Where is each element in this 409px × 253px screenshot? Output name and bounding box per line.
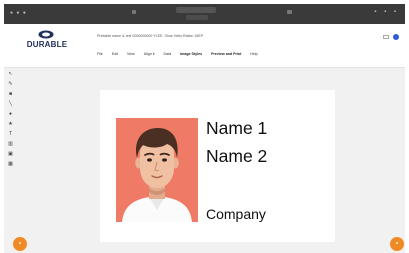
- rectangle-icon[interactable]: ■: [8, 92, 13, 97]
- menu-item-view[interactable]: View: [127, 52, 135, 56]
- image-icon[interactable]: ▣: [8, 152, 13, 157]
- os-status-icons: ▪ ▪ ▪: [374, 9, 399, 15]
- address-subtitle: [186, 15, 208, 20]
- label-name-1[interactable]: Name 1: [206, 118, 267, 139]
- label-company[interactable]: Company: [206, 206, 266, 222]
- app-header: DURABLE Printable name & text 0000000000…: [4, 24, 405, 68]
- tool-sidebar: ↖ ✎ ■ ╲ ● ★ T ▥ ▣ ▦: [4, 68, 17, 253]
- header-actions: [379, 34, 399, 40]
- address-bar[interactable]: [176, 7, 216, 13]
- line-icon[interactable]: ╲: [8, 102, 13, 107]
- document-title: Printable name & text 0000000000 YLEE. S…: [97, 34, 204, 38]
- ellipse-icon[interactable]: ●: [8, 112, 13, 117]
- chat-icon: •: [395, 241, 399, 247]
- star-icon[interactable]: ★: [8, 122, 13, 127]
- menu-item-help[interactable]: Help: [250, 52, 257, 56]
- person-portrait-icon: [122, 128, 192, 222]
- brand-logo: DURABLE: [22, 30, 72, 56]
- label-canvas[interactable]: Name 1 Name 2 Company: [100, 90, 335, 242]
- user-avatar[interactable]: [393, 34, 399, 40]
- menu-item-file[interactable]: File: [97, 52, 103, 56]
- menu-item-edit[interactable]: Edit: [112, 52, 118, 56]
- profile-photo[interactable]: [116, 118, 198, 222]
- label-name-2[interactable]: Name 2: [206, 146, 267, 167]
- menu-item-align[interactable]: Align it: [144, 52, 155, 56]
- brand-name: DURABLE: [26, 40, 68, 49]
- menu-item-image-styles[interactable]: Image Styles: [180, 52, 202, 56]
- app-window: ● ● ● ▪ ▪ ▪ DURABLE Printable name & tex…: [4, 4, 405, 253]
- menu-item-preview-print[interactable]: Preview and Print: [211, 52, 241, 56]
- cursor-icon[interactable]: ↖: [8, 72, 13, 77]
- logo-mark-icon: [38, 30, 54, 39]
- help-button-left[interactable]: •: [13, 237, 27, 251]
- header-action-button[interactable]: [383, 35, 389, 39]
- help-button-right[interactable]: •: [390, 237, 404, 251]
- chat-icon: •: [18, 241, 22, 247]
- pen-icon[interactable]: ✎: [8, 82, 13, 87]
- barcode-icon[interactable]: ▥: [8, 142, 13, 147]
- os-top-bar: ● ● ● ▪ ▪ ▪: [4, 4, 405, 24]
- menu-item-data[interactable]: Data: [164, 52, 172, 56]
- window-controls[interactable]: ● ● ●: [10, 10, 27, 16]
- menu-bar: File Edit View Align it Data Image Style…: [97, 52, 258, 56]
- table-icon[interactable]: ▦: [8, 162, 13, 167]
- tab-icon: [132, 10, 136, 14]
- text-icon[interactable]: T: [8, 132, 13, 137]
- extension-icon: [287, 10, 292, 14]
